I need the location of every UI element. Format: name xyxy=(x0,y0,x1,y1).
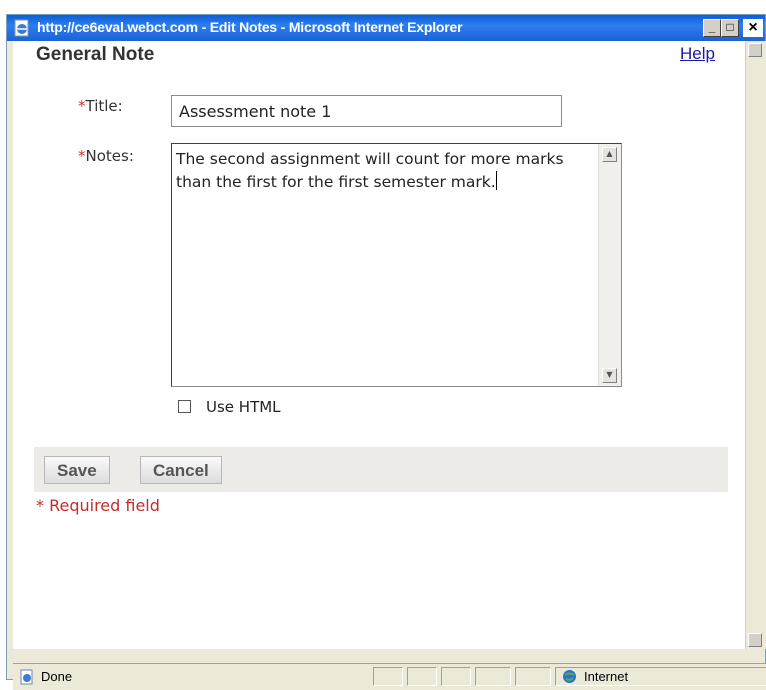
scroll-down-icon[interactable]: ▼ xyxy=(602,368,617,383)
required-field-note: * Required field xyxy=(36,496,160,515)
notes-field-label: *Notes: xyxy=(78,147,134,165)
title-input[interactable]: Assessment note 1 xyxy=(171,95,562,127)
status-pane xyxy=(407,667,437,686)
ie-page-icon xyxy=(14,19,29,37)
help-link[interactable]: Help xyxy=(680,44,715,64)
scroll-down-icon[interactable] xyxy=(748,633,762,647)
window-title: http://ce6eval.webct.com - Edit Notes - … xyxy=(37,19,463,35)
minimize-button[interactable]: _ xyxy=(703,19,721,37)
zone-label: Internet xyxy=(584,669,629,684)
save-button[interactable]: Save xyxy=(44,456,110,484)
maximize-button[interactable]: □ xyxy=(721,19,739,37)
page-scrollbar[interactable] xyxy=(745,41,766,649)
status-bar: Done Internet xyxy=(13,663,766,690)
text-caret xyxy=(495,171,497,190)
page-done-icon xyxy=(20,669,33,685)
status-pane xyxy=(441,667,471,686)
status-pane xyxy=(373,667,403,686)
close-button[interactable]: × xyxy=(743,19,763,37)
cancel-button[interactable]: Cancel xyxy=(140,456,222,484)
notes-textarea[interactable]: The second assignment will count for mor… xyxy=(171,143,622,387)
use-html-checkbox[interactable] xyxy=(178,400,191,413)
scroll-up-icon[interactable] xyxy=(748,43,762,57)
scroll-up-icon[interactable]: ▲ xyxy=(602,147,617,162)
notes-label-text: Notes: xyxy=(85,147,134,165)
title-field-label: *Title: xyxy=(78,97,123,115)
security-zone: Internet xyxy=(555,667,766,686)
status-pane xyxy=(475,667,511,686)
notes-text-wrap: The second assignment will count for mor… xyxy=(176,148,590,194)
status-text: Done xyxy=(41,669,73,684)
button-bar: Save Cancel xyxy=(34,447,728,492)
use-html-label: Use HTML xyxy=(206,398,281,416)
status-pane xyxy=(515,667,551,686)
notes-text: The second assignment will count for mor… xyxy=(176,150,564,191)
title-bar[interactable]: http://ce6eval.webct.com - Edit Notes - … xyxy=(7,15,765,41)
title-label-text: Title: xyxy=(85,97,123,115)
required-marker: * xyxy=(78,97,86,115)
globe-icon xyxy=(563,670,576,683)
required-marker: * xyxy=(78,147,86,165)
notes-scrollbar[interactable]: ▲ ▼ xyxy=(598,144,621,386)
page-title: General Note xyxy=(36,44,155,65)
